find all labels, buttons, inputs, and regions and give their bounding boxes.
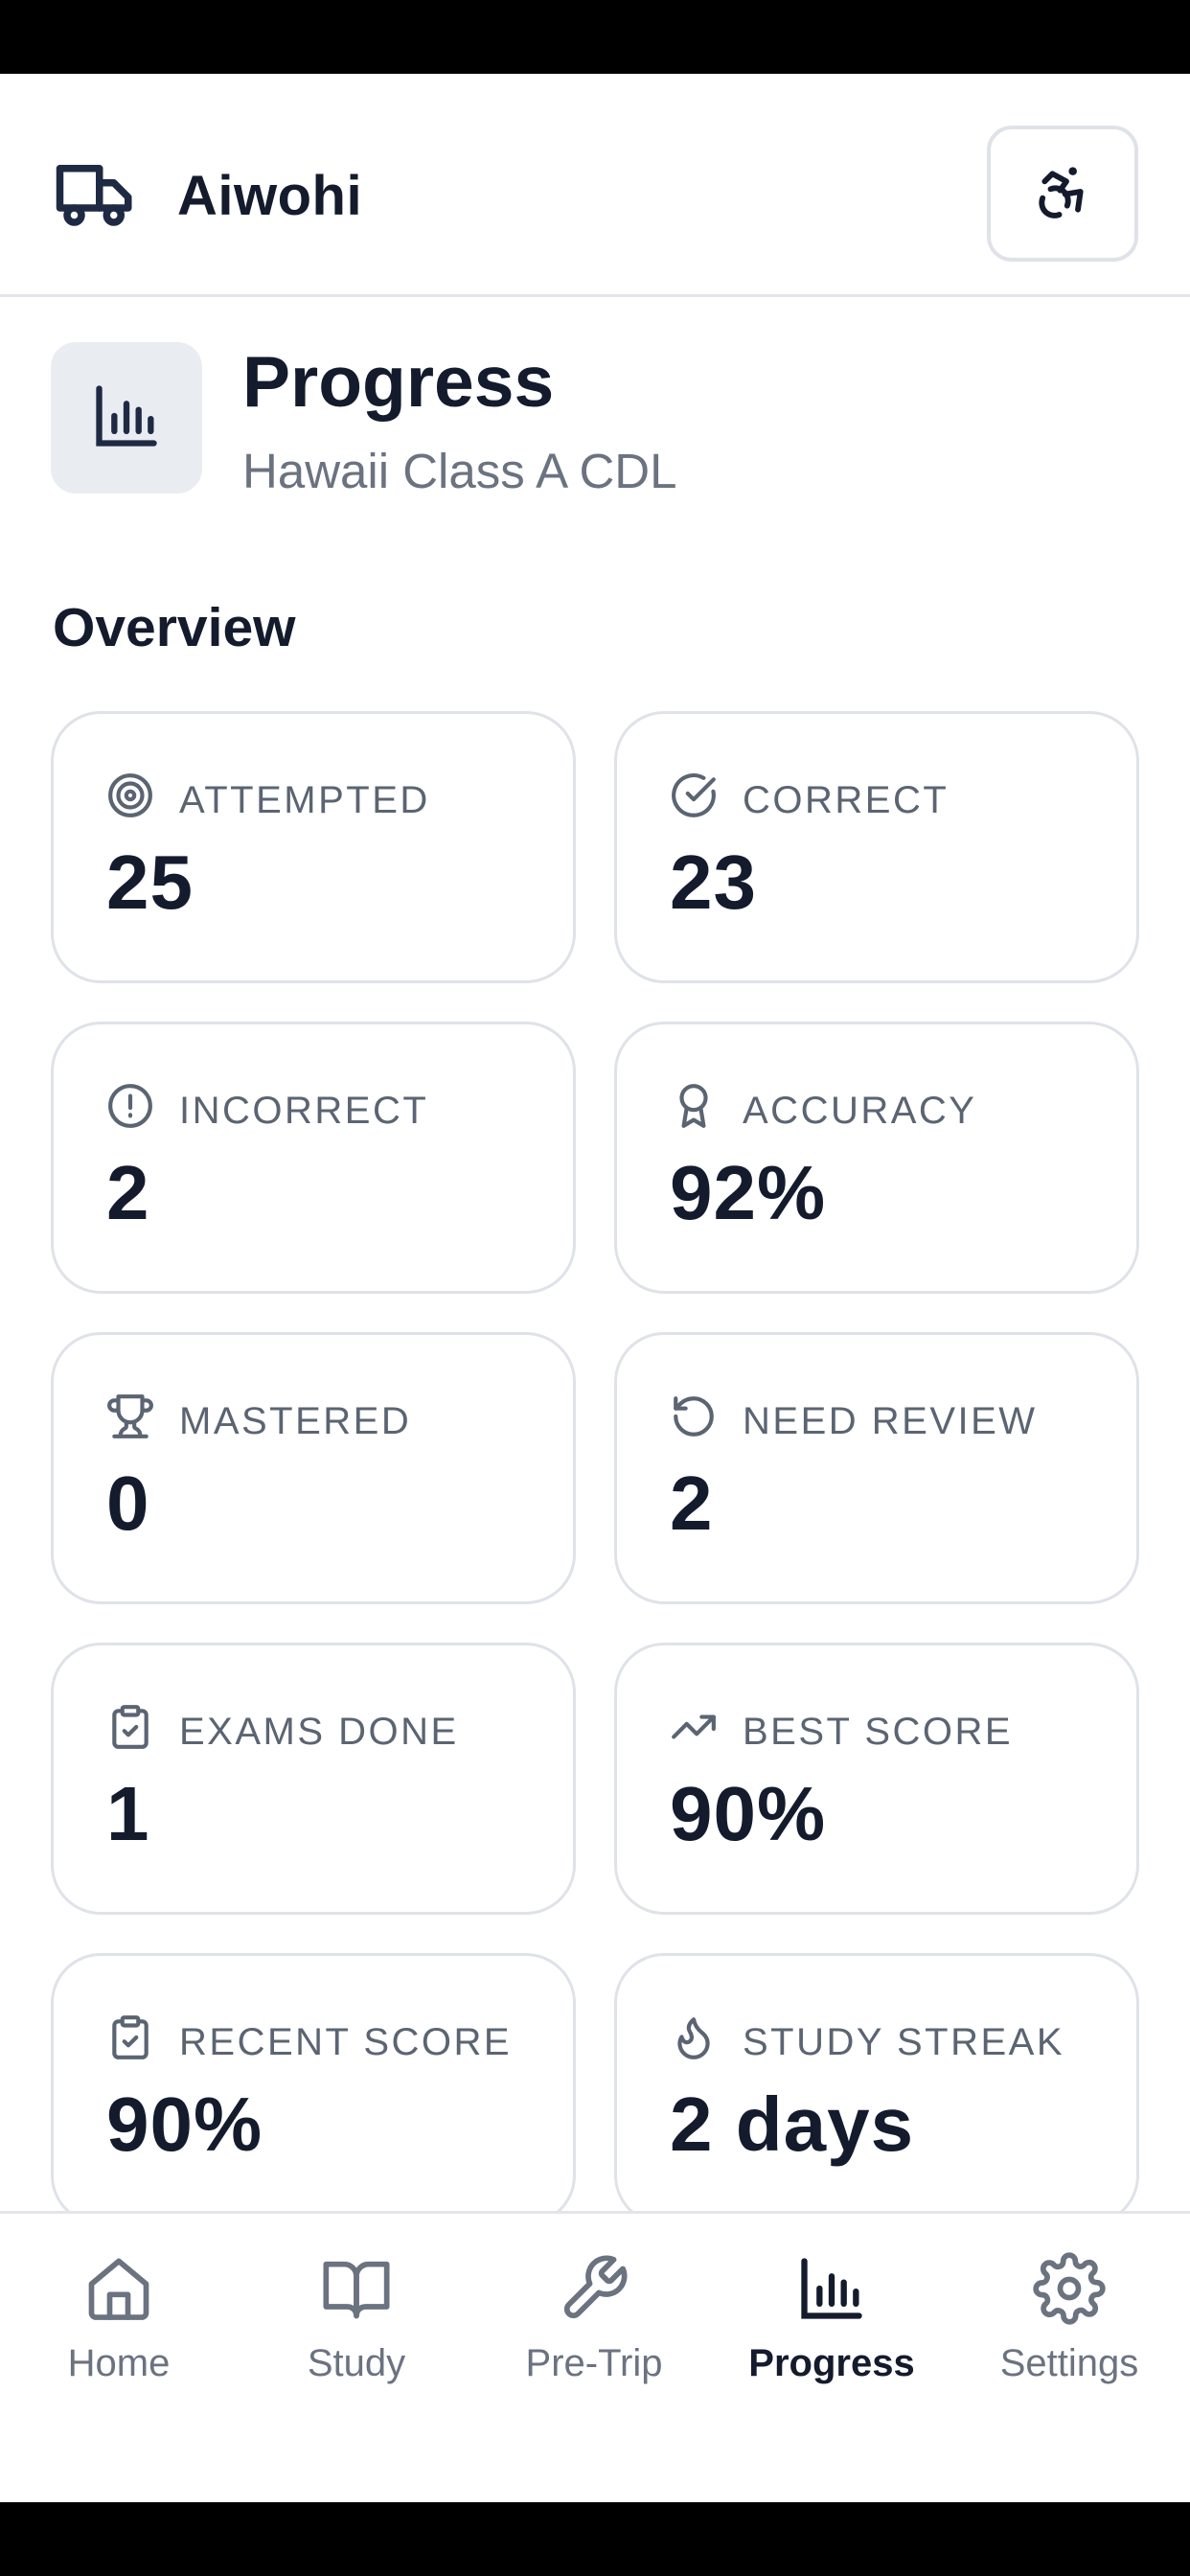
accessibility-icon: [1032, 161, 1093, 227]
stat-card-exams-done: EXAMS DONE 1: [51, 1643, 576, 1915]
stat-label: INCORRECT: [179, 1089, 429, 1132]
nav-item-study[interactable]: Study: [238, 2252, 475, 2385]
rotate-ccw-icon: [670, 1392, 743, 1450]
stat-label: NEED REVIEW: [743, 1399, 1038, 1442]
stat-label: ATTEMPTED: [179, 778, 430, 821]
stat-label: CORRECT: [743, 778, 950, 821]
clipboard-check-icon: [106, 1703, 179, 1760]
page-icon-tile: [51, 342, 202, 494]
alert-circle-icon: [106, 1082, 179, 1139]
trophy-icon: [106, 1392, 179, 1450]
home-icon: [0, 2252, 238, 2325]
stat-card-best-score: BEST SCORE 90%: [614, 1643, 1139, 1915]
page-heading: Progress Hawaii Class A CDL: [51, 342, 677, 495]
gear-icon: [950, 2252, 1188, 2325]
flame-icon: [670, 2013, 743, 2071]
clipboard-check-icon: [106, 2013, 179, 2071]
stat-card-study-streak: STUDY STREAK 2 days: [614, 1953, 1139, 2225]
target-icon: [106, 771, 179, 829]
stat-value: 0: [106, 1460, 150, 1546]
stat-card-correct: CORRECT 23: [614, 711, 1139, 983]
stat-card-need-review: NEED REVIEW 2: [614, 1332, 1139, 1604]
bar-chart-icon: [90, 380, 163, 457]
app-header: Aiwohi: [0, 74, 1190, 297]
stat-value: 92%: [670, 1150, 827, 1235]
stat-value: 25: [106, 840, 194, 925]
nav-label: Study: [307, 2342, 406, 2384]
stat-value: 2: [670, 1460, 714, 1546]
brand[interactable]: Aiwohi: [53, 157, 362, 235]
nav-item-pre-trip[interactable]: Pre-Trip: [475, 2252, 713, 2385]
truck-icon: [53, 157, 139, 235]
bar-chart-icon: [713, 2252, 950, 2325]
stat-value: 2: [106, 1150, 150, 1235]
stat-value: 23: [670, 840, 757, 925]
award-icon: [670, 1082, 743, 1139]
nav-item-progress[interactable]: Progress: [713, 2252, 950, 2385]
nav-label: Settings: [999, 2342, 1139, 2384]
page-title: Progress: [242, 341, 555, 422]
stat-label: MASTERED: [179, 1399, 412, 1442]
stat-label: BEST SCORE: [743, 1710, 1014, 1753]
stat-value: 90%: [106, 2082, 263, 2167]
accessibility-button[interactable]: [987, 126, 1138, 262]
stat-value: 2 days: [670, 2082, 915, 2167]
wrench-icon: [475, 2252, 713, 2325]
stat-label: ACCURACY: [743, 1089, 977, 1132]
check-circle-icon: [670, 771, 743, 829]
stat-card-recent-score: RECENT SCORE 90%: [51, 1953, 576, 2225]
stat-value: 90%: [670, 1771, 827, 1856]
overview-title: Overview: [53, 597, 296, 658]
bottom-nav: Home Study Pre-Trip Progress Settings: [0, 2211, 1190, 2502]
stat-card-mastered: MASTERED 0: [51, 1332, 576, 1604]
app-screen: Aiwohi Progress Hawaii Class A CDL Overv…: [0, 74, 1190, 2502]
stat-card-attempted: ATTEMPTED 25: [51, 711, 576, 983]
nav-label: Pre-Trip: [525, 2342, 663, 2384]
brand-name: Aiwohi: [177, 165, 363, 227]
nav-label: Home: [67, 2342, 171, 2384]
stat-card-accuracy: ACCURACY 92%: [614, 1022, 1139, 1294]
stat-label: RECENT SCORE: [179, 2020, 513, 2063]
nav-label: Progress: [748, 2342, 915, 2384]
stat-card-incorrect: INCORRECT 2: [51, 1022, 576, 1294]
book-open-icon: [238, 2252, 475, 2325]
nav-item-home[interactable]: Home: [0, 2252, 238, 2385]
stat-label: EXAMS DONE: [179, 1710, 459, 1753]
nav-item-settings[interactable]: Settings: [950, 2252, 1188, 2385]
stat-value: 1: [106, 1771, 150, 1856]
page-subtitle: Hawaii Class A CDL: [242, 444, 677, 498]
stat-label: STUDY STREAK: [743, 2020, 1064, 2063]
trending-up-icon: [670, 1703, 743, 1760]
